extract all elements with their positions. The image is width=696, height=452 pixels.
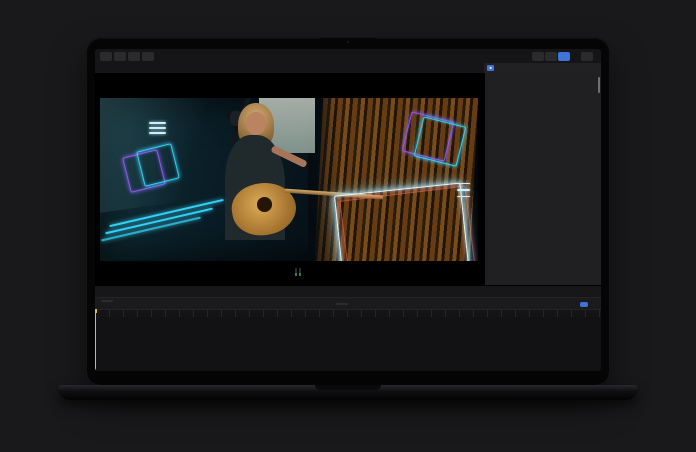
guitar-soundhole: [257, 197, 272, 212]
media-import-button[interactable]: [100, 52, 112, 61]
video-inspector-tab[interactable]: ■: [487, 65, 494, 71]
main-area: [95, 73, 601, 285]
lid-groove: [315, 385, 381, 391]
viewer-header: [95, 63, 484, 73]
timeline-tracks: [95, 317, 601, 371]
neon-square-white: [334, 183, 469, 261]
neon-lines-icon: [457, 189, 470, 190]
skimming-toggle[interactable]: [580, 302, 588, 307]
fcp-window: ■: [95, 49, 601, 371]
camera-dot: [347, 41, 349, 43]
laptop-base: [58, 385, 638, 400]
video-frame: [100, 98, 478, 261]
performer-face: [246, 112, 266, 135]
inspector-scrollbar[interactable]: [598, 77, 600, 93]
inspector-toggle-button[interactable]: [558, 52, 570, 61]
view-toggle-group: [532, 52, 570, 61]
index-button[interactable]: [101, 300, 113, 302]
background-tasks-button[interactable]: [142, 52, 154, 61]
sub-bar: ■: [95, 63, 601, 73]
neon-diagonal-line: [105, 208, 212, 234]
inspector-header: ■: [484, 63, 601, 73]
viewer-pane: [95, 73, 484, 285]
edit-tool-icons: [195, 300, 207, 308]
import-button[interactable]: [114, 52, 126, 61]
inspector-panel: [484, 73, 601, 285]
transport-bar: [95, 258, 484, 285]
neon-lines-icon: [149, 132, 166, 133]
project-name-button[interactable]: [336, 303, 348, 305]
timeline-view-button[interactable]: [545, 52, 557, 61]
viewer-menus: [474, 63, 480, 73]
select-tool-button[interactable]: [258, 300, 260, 308]
macbook-pro-hero: ■: [0, 0, 696, 452]
keyword-button[interactable]: [128, 52, 140, 61]
app-toolbar: [95, 49, 601, 63]
camera-notch: [320, 38, 376, 47]
neon-lines-icon: [149, 127, 166, 128]
timeline-toolbar-top: [95, 286, 601, 297]
toolbar-left-group: [100, 52, 154, 61]
laptop-lid: ■: [87, 38, 609, 385]
timeline-pane: [95, 285, 601, 371]
timeline-toolbar: [95, 297, 601, 309]
neon-lines-icon: [149, 122, 166, 123]
playhead-handle[interactable]: [95, 309, 97, 313]
neon-lines-icon: [457, 196, 470, 197]
timeline-project-switcher: [332, 300, 364, 308]
browser-view-button[interactable]: [532, 52, 544, 61]
audio-meter-bar: [299, 268, 301, 276]
share-button[interactable]: [581, 52, 593, 61]
audio-meter-bar: [295, 268, 297, 276]
viewer-title: [289, 63, 291, 73]
playhead[interactable]: [95, 309, 96, 370]
audio-meters[interactable]: [295, 268, 301, 276]
neon-lines-icon: [457, 183, 470, 184]
timeline-option-toggles: [566, 300, 595, 308]
timeline-ruler[interactable]: [95, 309, 601, 317]
timeline-tool-menus: [100, 287, 119, 296]
